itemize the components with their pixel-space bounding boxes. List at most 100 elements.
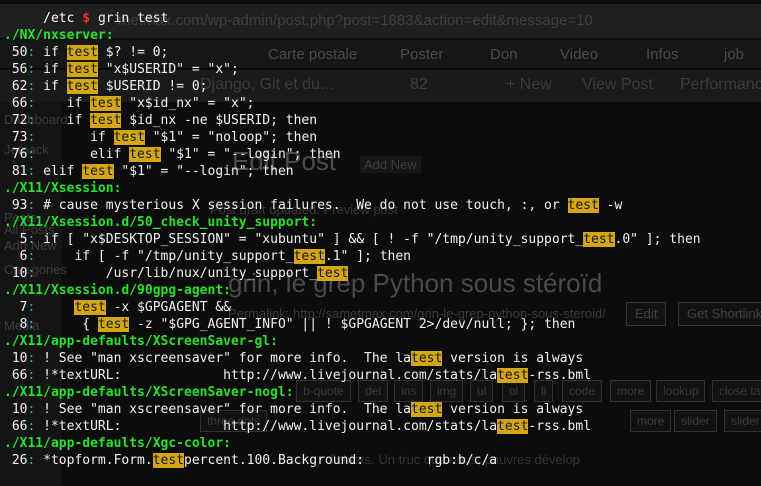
match-prefix: if [ "x$DESKTOP_SESSION" = "xubuntu" ] &… <box>43 231 584 247</box>
line-number: 7 <box>11 299 28 315</box>
match-line: 10: ! See "man xscreensaver" for more in… <box>4 350 583 367</box>
match-line: 73: if test "$1" = "noloop"; then <box>4 129 317 146</box>
prompt-path: /etc <box>43 11 75 26</box>
line-number: 73 <box>11 129 28 145</box>
match-prefix: ! See "man xscreensaver" for more info. … <box>43 350 411 366</box>
match-prefix: elif <box>43 146 130 162</box>
match-suffix: $? != 0; <box>97 44 169 60</box>
terminal[interactable]: /etc $ grin test ./NX/nxserver: 50: if t… <box>0 0 761 486</box>
match-highlight: test <box>317 265 349 281</box>
match-suffix: $id_nx -ne $USERID; then <box>121 112 318 128</box>
match-highlight: test <box>97 316 130 332</box>
match-line: 81: elif test "$1" = "--login"; then <box>4 163 294 180</box>
line-number: 8 <box>11 316 28 332</box>
match-highlight: test <box>90 95 122 111</box>
line-number: 10 <box>11 401 28 417</box>
match-prefix: if <box>43 112 91 128</box>
match-prefix: if <box>43 61 67 77</box>
match-highlight: test <box>583 231 615 247</box>
file-path: ./X11/app-defaults/XScreenSaver-gl: <box>4 333 278 349</box>
line-number: 10 <box>11 265 28 281</box>
match-line: 56: if test "x$USERID" = "x"; <box>4 61 239 78</box>
match-highlight: test <box>567 197 599 213</box>
match-prefix <box>43 300 74 315</box>
match-suffix: -x $GPGAGENT && <box>105 299 231 315</box>
line-number: 66 <box>11 95 28 111</box>
file-path: ./X11/Xsession: <box>4 180 122 196</box>
file-path-line: ./X11/Xsession.d/90gpg-agent: <box>4 282 231 299</box>
match-line: 6: if [ -f "/tmp/unity_support_test.1" ]… <box>4 248 411 265</box>
line-number: 26 <box>11 452 28 468</box>
prompt-line: /etc $ grin test <box>4 10 168 27</box>
match-line: 7: test -x $GPGAGENT && <box>4 299 231 316</box>
match-suffix: "$1" = "noloop"; then <box>144 129 318 145</box>
line-number: 50 <box>11 44 28 60</box>
match-line: 62: if test $USERID != 0; <box>4 78 208 95</box>
match-suffix: -rss.bml <box>528 418 592 434</box>
match-prefix: if <box>43 44 67 60</box>
line-number: 93 <box>11 197 28 213</box>
match-highlight: test <box>74 299 106 315</box>
match-highlight: test <box>152 452 185 468</box>
match-line: 26: *topform.Form.testpercent.100.Backgr… <box>4 452 497 469</box>
match-suffix: version is always <box>442 401 584 417</box>
match-highlight: test <box>66 78 98 94</box>
match-line: 66: !*textURL: http://www.livejournal.co… <box>4 418 591 435</box>
match-prefix: if <box>43 129 114 145</box>
match-prefix: if [ -f "/tmp/unity_support_ <box>43 248 294 264</box>
match-prefix: *topform.Form. <box>43 452 153 468</box>
match-suffix: .1" ]; then <box>324 248 411 264</box>
match-line: 8: { test -z "$GPG_AGENT_INFO" || ! $GPG… <box>4 316 575 333</box>
match-line: 66: !*textURL: http://www.livejournal.co… <box>4 367 591 384</box>
match-line: 50: if test $? != 0; <box>4 44 168 61</box>
file-path: ./X11/app-defaults/Xgc-color: <box>4 435 231 451</box>
match-line: 93: # cause mysterious X session failure… <box>4 197 622 214</box>
match-suffix: "$1" = "--login"; then <box>113 163 294 179</box>
match-suffix: "$1" = "--login"; then <box>160 146 341 162</box>
match-highlight: test <box>129 146 161 162</box>
file-path: ./X11/Xsession.d/50_check_unity_support: <box>4 214 318 230</box>
match-prefix: if <box>43 78 67 94</box>
match-prefix: !*textURL: http://www.livejournal.com/st… <box>43 367 498 383</box>
file-path-line: ./X11/app-defaults/XScreenSaver-nogl: <box>4 384 294 401</box>
match-suffix: -z "$GPG_AGENT_INFO" || ! $GPGAGENT 2>/d… <box>129 316 576 332</box>
file-path-line: ./X11/Xsession.d/50_check_unity_support: <box>4 214 317 231</box>
prompt-sign: $ <box>82 11 91 26</box>
line-number: 76 <box>11 146 28 162</box>
match-suffix: .0" ]; then <box>614 231 701 247</box>
match-highlight: test <box>497 367 529 383</box>
match-prefix: /usr/lib/nux/unity_support_ <box>43 265 318 281</box>
match-highlight: test <box>497 418 529 434</box>
file-path: ./X11/Xsession.d/90gpg-agent: <box>4 282 231 298</box>
file-path: ./X11/app-defaults/XScreenSaver-nogl: <box>4 384 294 400</box>
match-prefix: # cause mysterious X session failures. W… <box>43 197 568 213</box>
line-number: 81 <box>11 163 28 179</box>
line-number: 66 <box>11 367 28 383</box>
match-line: 10: /usr/lib/nux/unity_support_test <box>4 265 349 282</box>
match-line: 72: if test $id_nx -ne $USERID; then <box>4 112 317 129</box>
match-suffix: percent.100.Background: rgb:b/c/a <box>184 452 498 468</box>
line-number: 72 <box>11 112 28 128</box>
match-highlight: test <box>113 129 145 145</box>
match-highlight: test <box>411 350 443 366</box>
match-prefix: !*textURL: http://www.livejournal.com/st… <box>43 418 498 434</box>
file-path-line: ./NX/nxserver: <box>4 27 114 44</box>
line-number: 6 <box>11 248 28 264</box>
match-suffix: $USERID != 0; <box>97 78 208 94</box>
match-suffix: -rss.bml <box>528 367 592 383</box>
match-line: 76: elif test "$1" = "--login"; then <box>4 146 341 163</box>
file-path-line: ./X11/Xsession: <box>4 180 121 197</box>
match-highlight: test <box>82 163 114 179</box>
command-text: grin test <box>97 11 169 26</box>
match-prefix: { <box>43 316 98 332</box>
match-line: 5: if [ "x$DESKTOP_SESSION" = "xubuntu" … <box>4 231 701 248</box>
line-number: 66 <box>11 418 28 434</box>
match-prefix: elif <box>43 163 83 179</box>
file-path-line: ./X11/app-defaults/Xgc-color: <box>4 435 231 452</box>
match-suffix: "x$USERID" = "x"; <box>97 61 239 77</box>
line-number: 56 <box>11 61 28 77</box>
line-number: 5 <box>11 231 28 247</box>
match-highlight: test <box>411 401 443 417</box>
file-path-line: ./X11/app-defaults/XScreenSaver-gl: <box>4 333 278 350</box>
match-prefix: if <box>43 95 91 111</box>
